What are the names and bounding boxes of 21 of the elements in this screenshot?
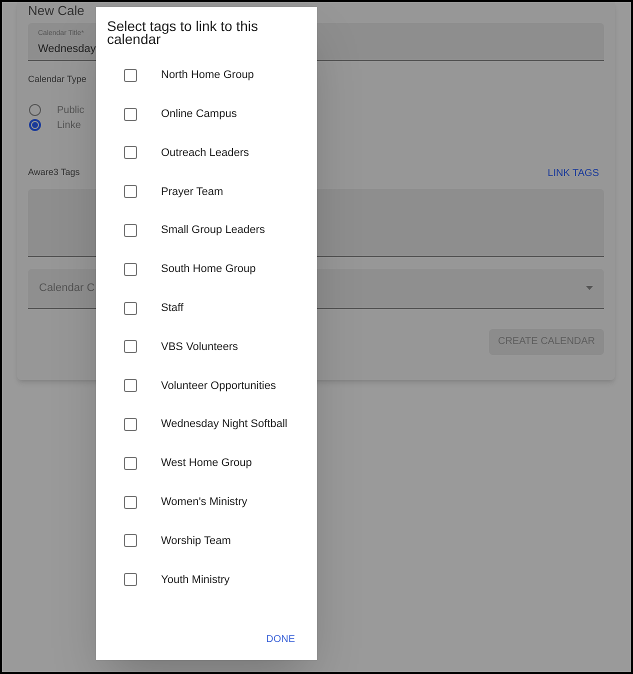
tag-label: VBS Volunteers <box>161 340 238 355</box>
radio-label: Public <box>57 104 84 118</box>
tag-label: Staff <box>161 300 184 316</box>
tag-label: Worship Team <box>161 534 231 549</box>
tag-label: Prayer Team <box>161 184 224 200</box>
tag-label: Women's Ministry <box>161 494 248 510</box>
tag-label: Outreach Leaders <box>161 146 250 161</box>
tag-label: South Home Group <box>161 262 256 278</box>
radio-label: Linke <box>57 118 81 132</box>
tag-label: Wednesday Night Softball <box>161 417 288 432</box>
tag-label: Online Campus <box>161 106 237 122</box>
field-value: Wednesday <box>38 42 96 57</box>
tag-label: Small Group Leaders <box>161 223 265 238</box>
tag-label: Youth Ministry <box>161 572 230 588</box>
page-title: New Cale <box>28 4 84 20</box>
dialog-title: Select tags to link to this calendar <box>106 17 259 46</box>
tag-label: Volunteer Opportunities <box>161 378 276 394</box>
tag-label: North Home Group <box>161 68 254 84</box>
section-label: Calendar Type <box>28 73 86 86</box>
section-label: Aware3 Tags <box>28 166 80 180</box>
tag-label: West Home Group <box>161 456 252 472</box>
